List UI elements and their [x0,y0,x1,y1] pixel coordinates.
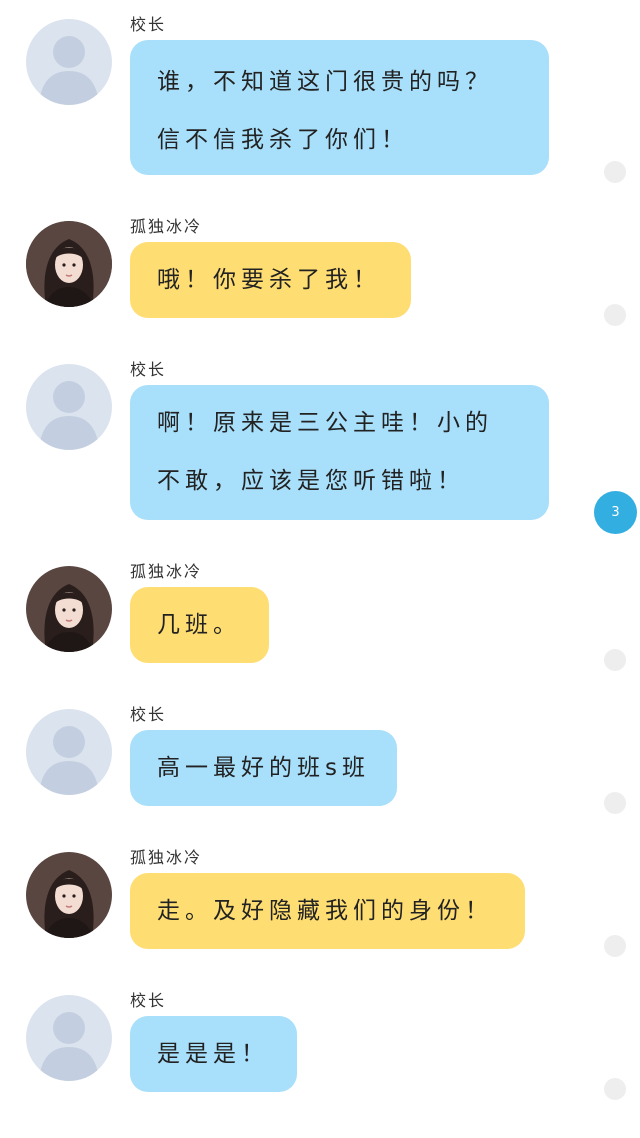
message-text: 是是是！ [157,1041,269,1067]
read-status-dot [604,935,626,957]
message-text: 不敢，应该是您听错啦！ [157,468,465,494]
user-avatar[interactable] [26,221,112,307]
message-text: 走。及好隐藏我们的身份！ [157,898,493,924]
user-avatar[interactable] [26,852,112,938]
message-text: 谁，不知道这门很贵的吗？ [157,69,493,95]
read-status-dot [604,1078,626,1100]
message-bubble[interactable]: 几班。 [130,587,269,663]
sender-name: 校长 [130,991,167,1010]
message-bubble[interactable]: 啊！原来是三公主哇！小的 不敢，应该是您听错啦！ [130,385,549,520]
user-avatar[interactable] [26,566,112,652]
sender-name: 孤独冰冷 [130,562,203,581]
sender-name: 校长 [130,15,167,34]
read-status-dot [604,161,626,183]
default-person-icon [26,995,112,1081]
message-text: 哦！你要杀了我！ [157,267,381,293]
message-text: 信不信我杀了你们！ [157,127,409,153]
girl-photo-avatar [26,852,112,938]
unread-count-badge[interactable]: 3 [594,491,637,534]
read-status-dot [604,792,626,814]
read-status-dot [604,649,626,671]
message-text: 几班。 [157,612,241,638]
sender-name: 校长 [130,360,167,379]
message-bubble[interactable]: 走。及好隐藏我们的身份！ [130,873,525,949]
girl-photo-avatar [26,566,112,652]
girl-photo-avatar [26,221,112,307]
read-status-dot [604,304,626,326]
default-avatar[interactable] [26,19,112,105]
sender-name: 校长 [130,705,167,724]
default-person-icon [26,19,112,105]
default-person-icon [26,709,112,795]
default-avatar[interactable] [26,709,112,795]
default-avatar[interactable] [26,995,112,1081]
message-bubble[interactable]: 高一最好的班s班 [130,730,397,806]
message-bubble[interactable]: 哦！你要杀了我！ [130,242,411,318]
message-text: 高一最好的班s班 [157,755,370,781]
sender-name: 孤独冰冷 [130,848,203,867]
sender-name: 孤独冰冷 [130,217,203,236]
message-text: 啊！原来是三公主哇！小的 [157,410,493,436]
message-bubble[interactable]: 谁，不知道这门很贵的吗？ 信不信我杀了你们！ [130,40,549,175]
message-bubble[interactable]: 是是是！ [130,1016,297,1092]
default-avatar[interactable] [26,364,112,450]
default-person-icon [26,364,112,450]
